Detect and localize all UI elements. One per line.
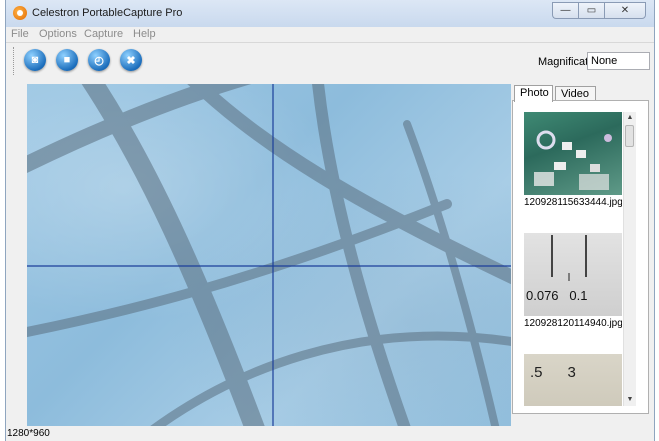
thumbnail-overlay-text: 0.076 0.1 — [526, 288, 588, 303]
thumbnail-item[interactable]: 0.076 0.1 120928120114940.jpg — [524, 233, 622, 332]
toolbar-grip[interactable] — [13, 47, 17, 75]
tab-photo[interactable]: Photo — [514, 85, 553, 102]
toolbar: ◙ ■ ◴ ✖ Magnification: None — [6, 42, 654, 79]
celestron-app-icon — [13, 6, 27, 20]
close-button[interactable]: ✕ — [604, 2, 646, 19]
timer-icon: ◴ — [94, 54, 104, 67]
minimize-icon: — — [560, 5, 571, 16]
maximize-icon: ▭ — [586, 5, 597, 16]
title-bar: Celestron PortableCapture Pro — ▭ ✕ — [6, 0, 654, 27]
app-window: Celestron PortableCapture Pro — ▭ ✕ File… — [5, 0, 655, 441]
exit-icon: ✖ — [126, 54, 136, 67]
close-icon: ✕ — [620, 5, 630, 16]
thumbnail-image — [524, 112, 622, 195]
record-video-button[interactable]: ■ — [56, 49, 78, 71]
thumbnail-caption: 120928120114940.jpg — [524, 318, 622, 329]
snapshot-icon: ◙ — [31, 54, 39, 66]
thumbnail-image: .5 3 — [524, 354, 622, 406]
window-title: Celestron PortableCapture Pro — [32, 7, 183, 19]
snapshot-button[interactable]: ◙ — [24, 49, 46, 71]
menu-capture[interactable]: Capture — [84, 28, 123, 40]
thumbnail-item[interactable]: 120928115633444.jpg — [524, 112, 622, 211]
resolution-status: 1280*960 — [7, 428, 50, 439]
scrollbar-thumb[interactable] — [625, 125, 634, 147]
status-bar: 1280*960 — [6, 427, 654, 441]
scroll-up-arrow-icon[interactable]: ▲ — [624, 112, 636, 124]
thumbnail-image: 0.076 0.1 — [524, 233, 622, 316]
thumbnail-scrollbar[interactable]: ▲ ▼ — [623, 112, 636, 406]
minimize-button[interactable]: — — [552, 2, 578, 19]
timer-button[interactable]: ◴ — [88, 49, 110, 71]
menu-bar: File Options Capture Help — [6, 27, 654, 42]
menu-help[interactable]: Help — [133, 28, 156, 40]
menu-file[interactable]: File — [11, 28, 29, 40]
video-camera-icon: ■ — [63, 54, 71, 66]
thumbnail-list: 120928115633444.jpg 0.076 0.1 1209281201… — [524, 112, 623, 406]
exit-button[interactable]: ✖ — [120, 49, 142, 71]
maximize-button[interactable]: ▭ — [578, 2, 604, 19]
thumbnail-item[interactable]: .5 3 — [524, 354, 622, 406]
preview-image — [27, 84, 511, 426]
scroll-down-arrow-icon[interactable]: ▼ — [624, 394, 636, 406]
menu-options[interactable]: Options — [39, 28, 77, 40]
camera-preview[interactable] — [27, 84, 511, 426]
thumbnail-caption: 120928115633444.jpg — [524, 197, 622, 208]
thumbnail-overlay-text: .5 3 — [530, 364, 576, 381]
magnification-field[interactable]: None — [587, 52, 650, 70]
